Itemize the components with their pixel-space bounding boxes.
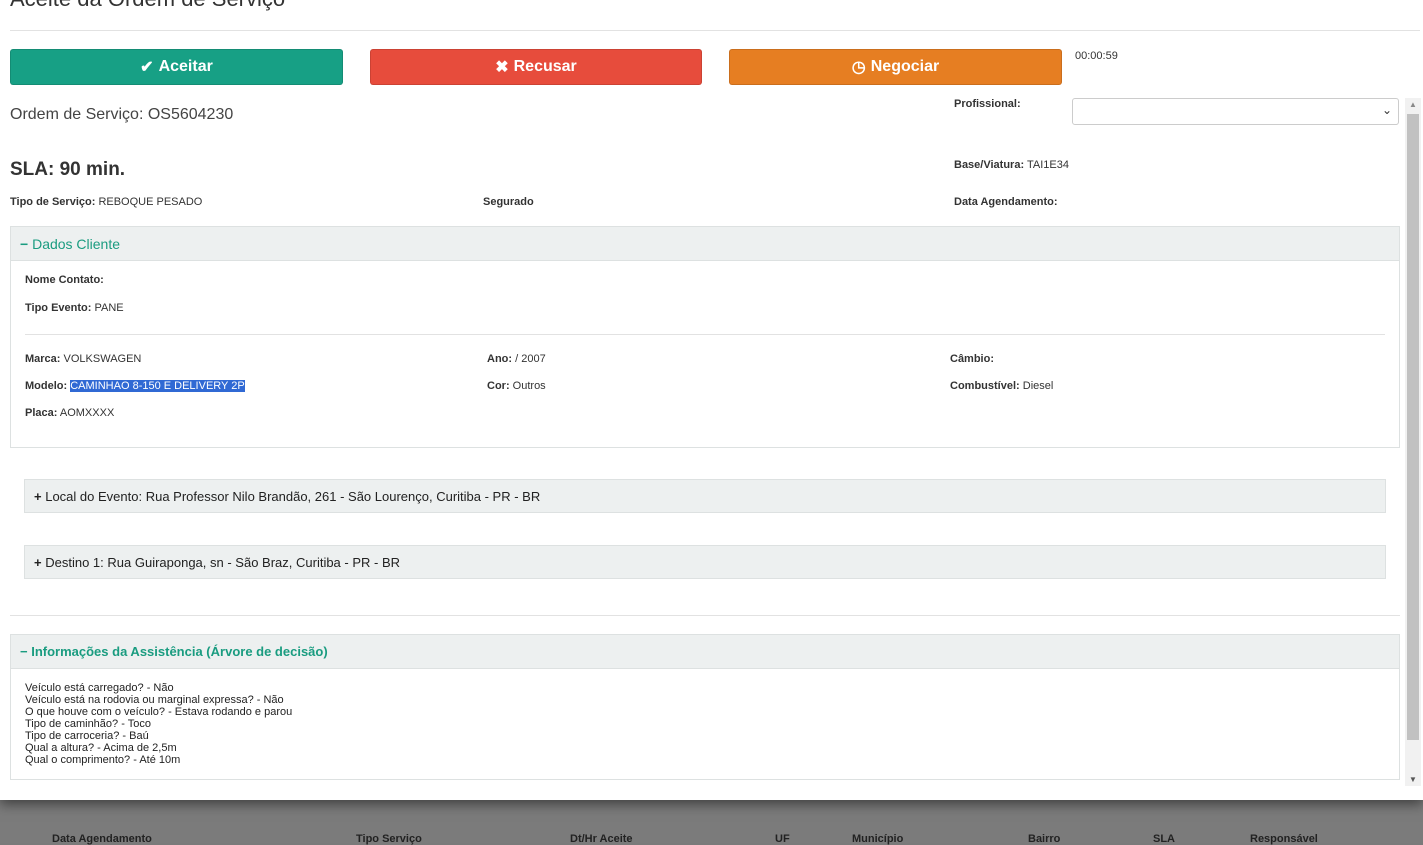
th-bairro: Bairro (1028, 833, 1061, 845)
chevron-down-icon: ⌄ (1381, 103, 1392, 117)
destination-panel[interactable]: + Destino 1: Rua Guiraponga, sn - São Br… (24, 545, 1386, 579)
times-icon: ✖ (495, 59, 509, 76)
event-location-panel[interactable]: + Local do Evento: Rua Professor Nilo Br… (24, 479, 1386, 513)
th-responsavel: Responsável (1250, 833, 1318, 845)
client-panel: − Dados Cliente Nome Contato: Tipo Event… (10, 226, 1400, 448)
professional-label: Profissional: (954, 98, 1021, 110)
minus-icon: − (20, 235, 29, 252)
th-municipio: Município (852, 833, 904, 845)
event-type: Tipo Evento: PANE (25, 302, 124, 314)
base-viatura: Base/Viatura: TAI1E34 (954, 159, 1069, 171)
th-data-agendamento: Data Agendamento (52, 833, 152, 845)
modal: Aceite da Ordem de Serviço ✔Aceitar ✖Rec… (0, 0, 1423, 800)
plus-icon: + (34, 488, 42, 504)
scrollbar[interactable]: ▲ ▼ (1405, 98, 1421, 786)
professional-select[interactable]: ⌄ (1072, 98, 1399, 125)
divider (10, 615, 1400, 616)
timer: 00:00:59 (1075, 50, 1118, 62)
negotiate-button[interactable]: ◷ Negociar (729, 49, 1062, 85)
scrollbar-thumb[interactable] (1407, 114, 1419, 740)
th-dt-hr-aceite: Dt/Hr Aceite (570, 833, 633, 845)
assistance-panel-header[interactable]: − Informações da Assistência (Árvore de … (11, 635, 1399, 669)
service-type: Tipo de Serviço: REBOQUE PESADO (10, 196, 203, 208)
insured-label: Segurado (483, 196, 534, 208)
refuse-button[interactable]: ✖ Recusar (370, 49, 702, 85)
th-uf: UF (775, 833, 790, 845)
minus-icon: − (20, 644, 28, 659)
plate: Placa: AOMXXXX (25, 407, 115, 419)
modal-title: Aceite da Ordem de Serviço (10, 0, 285, 12)
year: Ano: / 2007 (487, 353, 546, 365)
schedule-date: Data Agendamento: (954, 196, 1058, 208)
th-sla: SLA (1153, 833, 1175, 845)
scroll-down-icon[interactable]: ▼ (1409, 775, 1417, 784)
clock-icon: ◷ (851, 59, 866, 76)
gearbox: Câmbio: (950, 353, 994, 365)
brand: Marca: VOLKSWAGEN (25, 353, 142, 365)
contact-name: Nome Contato: (25, 274, 104, 286)
client-panel-header[interactable]: − Dados Cliente (11, 227, 1399, 261)
divider (10, 30, 1420, 31)
divider (25, 334, 1385, 335)
background-table-header: Data Agendamento Tipo Serviço Dt/Hr Acei… (0, 800, 1423, 845)
plus-icon: + (34, 554, 42, 570)
color: Cor: Outros (487, 380, 546, 392)
th-tipo-servico: Tipo Serviço (356, 833, 422, 845)
fuel: Combustível: Diesel (950, 380, 1054, 392)
order-number: Ordem de Serviço: OS5604230 (10, 106, 234, 123)
assistance-lines: Veículo está carregado? - Não Veículo est… (25, 682, 293, 766)
assistance-panel: − Informações da Assistência (Árvore de … (10, 634, 1400, 780)
sla: SLA: 90 min. (10, 159, 126, 180)
accept-button[interactable]: ✔ Aceitar (10, 49, 343, 85)
check-icon: ✔ (140, 59, 154, 76)
model: Modelo: CAMINHAO 8-150 E DELIVERY 2P (25, 380, 245, 392)
scroll-up-icon[interactable]: ▲ (1409, 100, 1417, 109)
